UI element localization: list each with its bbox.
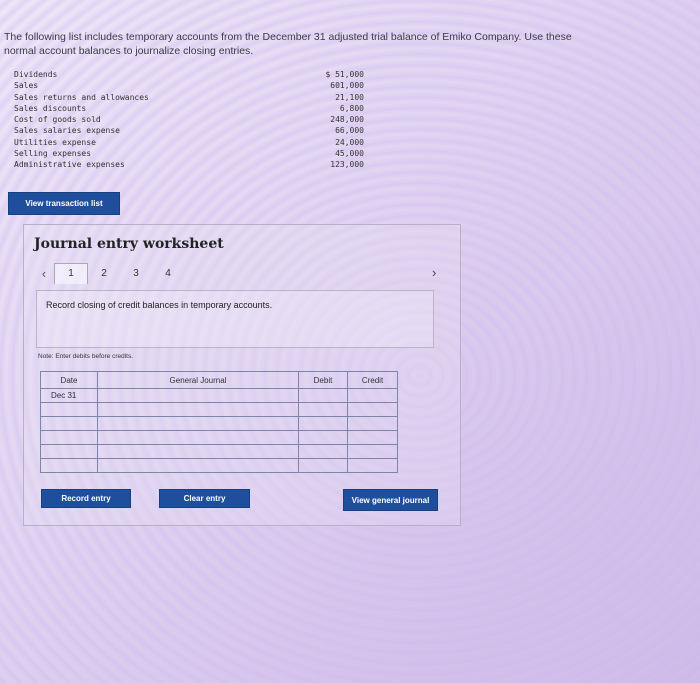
account-input[interactable] xyxy=(97,402,299,417)
account-name: Dividends xyxy=(14,70,58,79)
tab-2[interactable]: 2 xyxy=(88,263,120,283)
account-name: Sales xyxy=(14,81,39,91)
list-item: Cost of goods sold 248,000 xyxy=(14,114,364,125)
debit-input[interactable] xyxy=(298,458,348,473)
instruction-box: Record closing of credit balances in tem… xyxy=(36,290,434,348)
table-row xyxy=(40,416,398,431)
list-item: Utilities expense 24,000 xyxy=(14,137,364,148)
list-item: Selling expenses 45,000 xyxy=(14,148,364,159)
account-amount: 123,000 xyxy=(330,160,364,170)
debit-input[interactable] xyxy=(298,402,348,417)
debit-input[interactable] xyxy=(298,430,348,445)
account-amount: 248,000 xyxy=(330,115,364,125)
account-amount: 6,800 xyxy=(339,103,364,113)
date-cell xyxy=(40,444,98,459)
instructions-text: The following list includes temporary ac… xyxy=(4,31,572,57)
clear-entry-button[interactable]: Clear entry xyxy=(159,489,250,508)
table-row xyxy=(40,444,398,459)
chevron-left-icon[interactable]: ‹ xyxy=(34,266,54,281)
date-cell xyxy=(40,416,98,431)
table-header-row: Date General Journal Debit Credit xyxy=(40,371,398,389)
list-item: Sales salaries expense 66,000 xyxy=(14,125,364,136)
trial-balance-list: Dividends $ 51,000 Sales 601,000 Sales ret… xyxy=(14,69,364,171)
view-general-journal-button[interactable]: View general journal xyxy=(343,489,438,511)
debit-input[interactable] xyxy=(298,444,348,459)
debit-input[interactable] xyxy=(298,416,348,431)
date-cell xyxy=(40,402,98,417)
account-name: Cost of goods sold xyxy=(14,115,101,125)
instruction-text: Record closing of credit balances in tem… xyxy=(46,300,273,310)
journal-entry-worksheet: Journal entry worksheet ‹ 1 2 3 4 › Reco… xyxy=(23,224,461,526)
account-amount: 45,000 xyxy=(335,149,364,159)
column-header-credit: Credit xyxy=(347,371,398,389)
table-row xyxy=(40,430,398,445)
date-cell: Dec 31 xyxy=(40,388,98,403)
account-input[interactable] xyxy=(97,416,299,431)
credit-input[interactable] xyxy=(347,388,398,403)
account-name: Administrative expenses xyxy=(14,160,125,170)
list-item: Dividends $ 51,000 xyxy=(14,69,364,80)
account-input[interactable] xyxy=(97,388,299,403)
date-cell xyxy=(40,430,98,445)
account-name: Sales discounts xyxy=(14,103,87,113)
credit-input[interactable] xyxy=(347,458,398,473)
account-amount: 601,000 xyxy=(330,81,364,91)
credit-input[interactable] xyxy=(347,430,398,445)
chevron-right-icon[interactable]: › xyxy=(432,265,436,280)
account-amount: $ 51,000 xyxy=(325,70,364,79)
account-input[interactable] xyxy=(97,444,299,459)
credit-input[interactable] xyxy=(347,416,398,431)
credit-input[interactable] xyxy=(347,444,398,459)
account-name: Utilities expense xyxy=(14,137,96,147)
column-header-date: Date xyxy=(40,371,98,389)
account-amount: 66,000 xyxy=(335,126,364,136)
column-header-general-journal: General Journal xyxy=(97,371,299,389)
record-entry-button[interactable]: Record entry xyxy=(41,489,131,508)
worksheet-tabs: ‹ 1 2 3 4 xyxy=(34,262,184,284)
list-item: Administrative expenses 123,000 xyxy=(14,159,364,170)
account-input[interactable] xyxy=(97,430,299,445)
view-transaction-list-button[interactable]: View transaction list xyxy=(8,192,120,215)
journal-table: Date General Journal Debit Credit Dec 31 xyxy=(40,371,398,473)
list-item: Sales 601,000 xyxy=(14,80,364,91)
list-item: Sales discounts 6,800 xyxy=(14,103,364,114)
account-name: Sales salaries expense xyxy=(14,126,120,136)
tab-3[interactable]: 3 xyxy=(120,263,152,283)
account-input[interactable] xyxy=(97,458,299,473)
credit-input[interactable] xyxy=(347,402,398,417)
table-row xyxy=(40,458,398,473)
account-name: Sales returns and allowances xyxy=(14,92,149,102)
list-item: Sales returns and allowances 21,100 xyxy=(14,92,364,103)
column-header-debit: Debit xyxy=(298,371,348,389)
note-text: Note: Enter debits before credits. xyxy=(38,353,134,360)
table-row xyxy=(40,402,398,417)
account-amount: 21,100 xyxy=(335,92,364,102)
account-amount: 24,000 xyxy=(335,137,364,147)
worksheet-title: Journal entry worksheet xyxy=(34,236,224,252)
date-cell xyxy=(40,458,98,473)
debit-input[interactable] xyxy=(298,388,348,403)
tab-4[interactable]: 4 xyxy=(152,263,184,283)
table-row: Dec 31 xyxy=(40,388,398,403)
account-name: Selling expenses xyxy=(14,149,92,159)
tab-1[interactable]: 1 xyxy=(54,262,88,284)
